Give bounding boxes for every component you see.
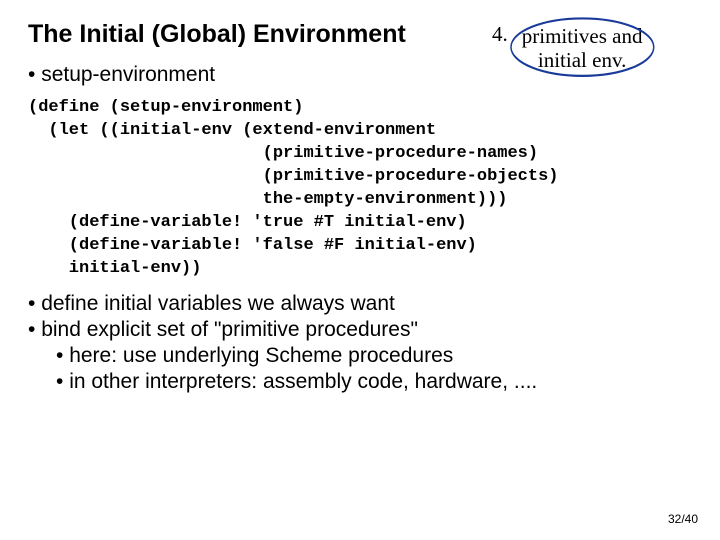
step-callout: 4. primitives and initial env. [492, 20, 692, 76]
header-row: The Initial (Global) Environment setup-e… [28, 20, 692, 87]
callout-line2: initial env. [522, 48, 643, 72]
note-subitem: here: use underlying Scheme procedures [56, 343, 692, 369]
note-subitem: in other interpreters: assembly code, ha… [56, 369, 692, 395]
step-number: 4. [492, 22, 508, 47]
notes-sublist: here: use underlying Scheme procedures i… [56, 343, 692, 396]
note-item: bind explicit set of "primitive procedur… [28, 317, 692, 396]
page-number: 32/40 [668, 512, 698, 526]
sub-bullet-item: setup-environment [28, 63, 492, 87]
callout-box: primitives and initial env. [514, 20, 651, 76]
sub-bullet-list: setup-environment [28, 63, 492, 87]
notes-list: define initial variables we always want … [28, 291, 692, 396]
slide: The Initial (Global) Environment setup-e… [0, 0, 720, 396]
title-block: The Initial (Global) Environment setup-e… [28, 20, 492, 87]
code-block: (define (setup-environment) (let ((initi… [28, 97, 692, 281]
note-text: bind explicit set of "primitive procedur… [41, 318, 418, 341]
note-item: define initial variables we always want [28, 291, 692, 317]
callout-line1: primitives and [522, 24, 643, 48]
slide-title: The Initial (Global) Environment [28, 20, 492, 49]
